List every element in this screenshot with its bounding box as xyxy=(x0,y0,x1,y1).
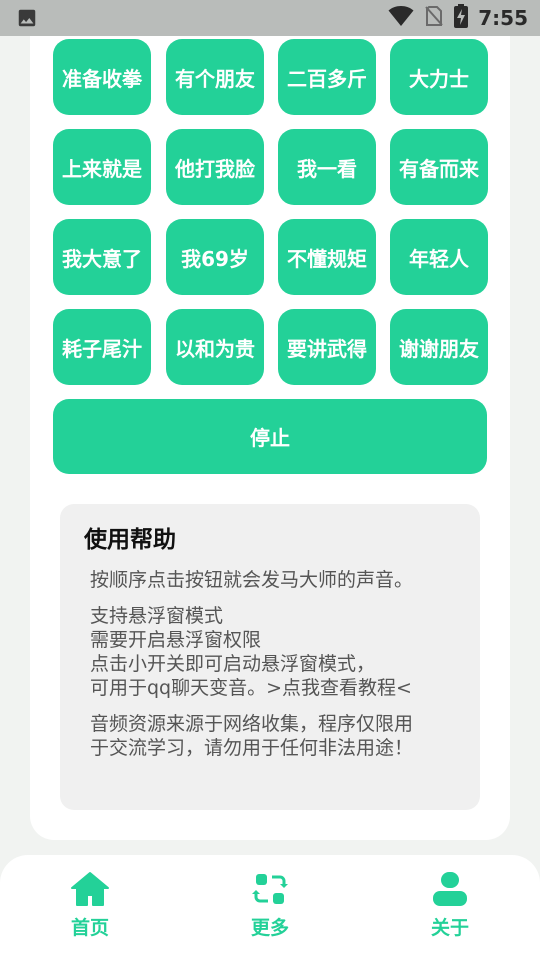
refresh-icon xyxy=(250,871,290,913)
help-line: 于交流学习，请勿用于任何非法用途！ xyxy=(90,737,414,759)
no-sim-icon xyxy=(424,5,444,31)
sound-button[interactable]: 以和为贵 xyxy=(166,309,264,385)
sound-button[interactable]: 我69岁 xyxy=(166,219,264,295)
help-line: 支持悬浮窗模式 xyxy=(90,605,224,627)
tutorial-link[interactable]: 可用于qq聊天变音。>点我查看教程< xyxy=(90,676,456,700)
sound-button[interactable]: 耗子尾汁 xyxy=(53,309,151,385)
help-paragraph: 按顺序点击按钮就会发马大师的声音。 xyxy=(84,568,456,592)
home-icon xyxy=(70,871,110,913)
nav-label: 首页 xyxy=(70,917,109,939)
sound-button[interactable]: 要讲武得 xyxy=(278,309,376,385)
sound-button[interactable]: 有备而来 xyxy=(390,129,488,205)
nav-item-about[interactable]: 关于 xyxy=(390,871,510,940)
help-paragraph: 支持悬浮窗模式 需要开启悬浮窗权限 点击小开关即可启动悬浮窗模式， 可用于qq聊… xyxy=(84,604,456,700)
stop-button[interactable]: 停止 xyxy=(53,399,487,474)
nav-label: 更多 xyxy=(250,917,289,939)
help-paragraph: 音频资源来源于网络收集，程序仅限用 于交流学习，请勿用于任何非法用途！ xyxy=(84,712,456,760)
help-line: 需要开启悬浮窗权限 xyxy=(90,629,262,651)
status-bar: 7:55 xyxy=(0,0,540,36)
sound-button[interactable]: 年轻人 xyxy=(390,219,488,295)
sound-button[interactable]: 我一看 xyxy=(278,129,376,205)
sound-button[interactable]: 大力士 xyxy=(390,39,488,115)
sound-button[interactable]: 有个朋友 xyxy=(166,39,264,115)
sound-button[interactable]: 谢谢朋友 xyxy=(390,309,488,385)
battery-charging-icon xyxy=(454,4,469,32)
sound-button[interactable]: 二百多斤 xyxy=(278,39,376,115)
wifi-icon xyxy=(388,5,414,31)
sound-button[interactable]: 我大意了 xyxy=(53,219,151,295)
nav-item-home[interactable]: 首页 xyxy=(30,871,150,940)
help-line: 按顺序点击按钮就会发马大师的声音。 xyxy=(90,569,414,591)
nav-label: 关于 xyxy=(430,917,469,939)
sound-button[interactable]: 准备收拳 xyxy=(53,39,151,115)
nav-item-more[interactable]: 更多 xyxy=(210,871,330,940)
help-line: 点击小开关即可启动悬浮窗模式， xyxy=(90,653,376,675)
clock: 7:55 xyxy=(478,6,528,30)
sound-button[interactable]: 他打我脸 xyxy=(166,129,264,205)
help-line: 音频资源来源于网络收集，程序仅限用 xyxy=(90,713,414,735)
help-panel: 使用帮助 按顺序点击按钮就会发马大师的声音。 支持悬浮窗模式 需要开启悬浮窗权限… xyxy=(60,504,480,810)
bottom-nav: 首页 更多 关于 xyxy=(0,855,540,960)
person-icon xyxy=(430,871,470,913)
sound-button[interactable]: 不懂规矩 xyxy=(278,219,376,295)
image-icon xyxy=(16,7,38,29)
sound-button[interactable]: 上来就是 xyxy=(53,129,151,205)
help-title: 使用帮助 xyxy=(84,527,176,553)
